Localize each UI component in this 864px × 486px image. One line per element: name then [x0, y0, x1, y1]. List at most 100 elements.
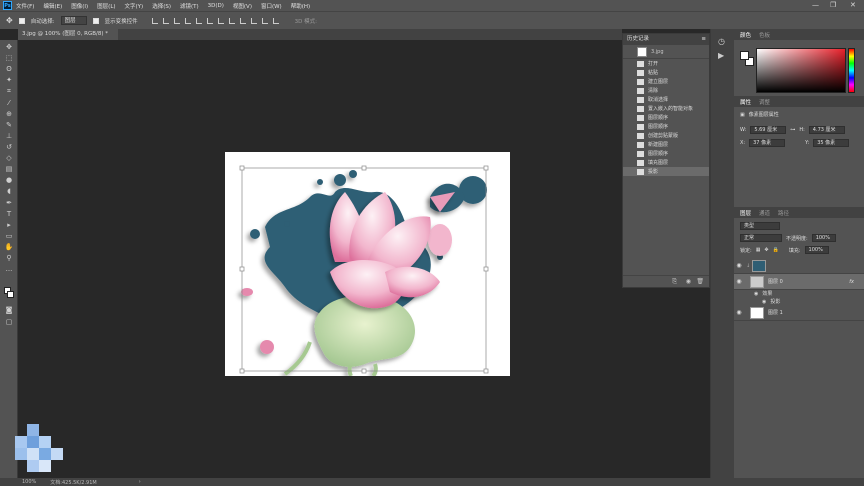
effects-row[interactable]: ◉ 效果 [754, 290, 772, 298]
tab-channels[interactable]: 通道 [759, 209, 770, 217]
dodge-tool-icon[interactable]: ◖ [4, 187, 14, 196]
history-item[interactable]: 新建图层 [623, 140, 709, 149]
restore-button[interactable]: ❐ [830, 1, 836, 9]
blend-mode-select[interactable]: 正常 [740, 234, 782, 242]
menu-layer[interactable]: 图层(L) [97, 2, 115, 10]
history-item[interactable]: 取消选择 [623, 95, 709, 104]
layer1-name[interactable]: 图层 1 [768, 309, 783, 316]
fg-bg-swatches[interactable] [740, 51, 754, 67]
document-tab[interactable]: 3.jpg @ 100% (图层 0, RGB/8) * × [18, 29, 118, 48]
history-item[interactable]: 置入嵌入的智能对象 [623, 104, 709, 113]
foreground-color-swatch[interactable] [740, 51, 749, 60]
menu-filter[interactable]: 滤镜(T) [180, 2, 199, 10]
history-panel-icon[interactable]: ◷ [718, 37, 725, 46]
stamp-tool-icon[interactable]: ⊥ [4, 132, 14, 141]
type-tool-icon[interactable]: T [4, 210, 14, 219]
menu-image[interactable]: 图像(I) [71, 2, 88, 10]
distribute-bottom-icon[interactable] [239, 17, 246, 24]
color-picker-field[interactable] [756, 48, 846, 93]
layer-row-layer1[interactable]: ◉ 图层 1 [734, 305, 864, 321]
healing-brush-tool-icon[interactable]: ⊕ [4, 110, 14, 119]
eyedropper-tool-icon[interactable]: ⁄ [4, 99, 14, 108]
magic-wand-tool-icon[interactable]: ✦ [4, 76, 14, 85]
fx-icon[interactable]: fx [849, 279, 854, 285]
distribute-hcenter-icon[interactable] [261, 17, 268, 24]
menu-type[interactable]: 文字(Y) [125, 2, 144, 10]
history-item[interactable]: 打开 [623, 59, 709, 68]
distribute-top-icon[interactable] [217, 17, 224, 24]
distribute-left-icon[interactable] [250, 17, 257, 24]
transform-controls-checkbox[interactable] [92, 17, 99, 24]
history-item[interactable]: 清除 [623, 86, 709, 95]
more-tools-icon[interactable]: ··· [4, 267, 14, 276]
opacity-field[interactable]: 100% [811, 234, 836, 242]
crop-tool-icon[interactable]: ⌗ [4, 87, 14, 96]
history-item[interactable]: 图层顺序 [623, 122, 709, 131]
layer-kind-filter[interactable]: 类型 [740, 222, 780, 230]
menu-3d[interactable]: 3D(D) [208, 3, 224, 9]
align-left-icon[interactable] [184, 17, 191, 24]
tab-properties[interactable]: 属性 [740, 98, 751, 106]
menu-edit[interactable]: 编辑(E) [43, 2, 62, 10]
layer-row-artwork[interactable]: ◉ ↓ [734, 258, 864, 274]
align-top-icon[interactable] [151, 17, 158, 24]
actions-panel-icon[interactable]: ▶ [718, 51, 724, 60]
link-icon[interactable]: ⊶ [790, 127, 795, 133]
distribute-vcenter-icon[interactable] [228, 17, 235, 24]
auto-select-dropdown[interactable]: 图层 [60, 16, 87, 25]
layer-row-layer0[interactable]: ◉ 图层 0 fx [734, 274, 864, 290]
visibility-eye-icon[interactable]: ◉ [762, 299, 766, 305]
eraser-tool-icon[interactable]: ◇ [4, 154, 14, 163]
panel-menu-icon[interactable]: ≡ [701, 34, 706, 45]
delete-state-icon[interactable]: 🗑 [696, 278, 704, 285]
menu-window[interactable]: 窗口(W) [261, 2, 282, 10]
drop-shadow-row[interactable]: ◉ 投影 [762, 298, 780, 306]
zoom-tool-icon[interactable]: ⚲ [4, 254, 14, 263]
lock-all-icon[interactable]: 🔒 [773, 247, 779, 253]
history-brush-tool-icon[interactable]: ↺ [4, 143, 14, 152]
move-tool-icon[interactable]: ✥ [4, 43, 14, 52]
color-swatches-icon[interactable] [4, 287, 14, 301]
history-item[interactable]: 建立图层 [623, 77, 709, 86]
fill-field[interactable]: 100% [804, 246, 829, 254]
height-field[interactable]: 4.73 厘米 [808, 126, 845, 134]
tab-swatches[interactable]: 色板 [759, 31, 770, 39]
x-field[interactable]: 37 像素 [749, 139, 786, 147]
gradient-tool-icon[interactable]: ▤ [4, 165, 14, 174]
align-right-icon[interactable] [206, 17, 213, 24]
document-canvas[interactable] [225, 152, 510, 376]
blur-tool-icon[interactable]: ● [4, 176, 14, 185]
hand-tool-icon[interactable]: ✋ [4, 243, 14, 252]
menu-file[interactable]: 文件(F) [16, 2, 34, 10]
history-item[interactable]: 创建剪贴蒙版 [623, 131, 709, 140]
width-field[interactable]: 5.69 厘米 [750, 126, 787, 134]
move-tool-icon[interactable]: ✥ [6, 16, 13, 25]
lasso-tool-icon[interactable]: ʘ [4, 65, 14, 74]
align-vcenter-icon[interactable] [162, 17, 169, 24]
tab-layers[interactable]: 图层 [740, 209, 751, 217]
history-item[interactable]: 粘贴 [623, 68, 709, 77]
pen-tool-icon[interactable]: ✒ [4, 199, 14, 208]
menu-view[interactable]: 视图(V) [233, 2, 252, 10]
hue-slider[interactable] [848, 48, 855, 93]
y-field[interactable]: 35 像素 [813, 139, 850, 147]
new-document-from-state-icon[interactable]: ⎘ [672, 278, 677, 286]
distribute-right-icon[interactable] [272, 17, 279, 24]
visibility-eye-icon[interactable]: ◉ [734, 262, 744, 269]
tab-color[interactable]: 颜色 [740, 31, 751, 39]
status-menu-arrow[interactable]: › [139, 479, 141, 485]
menu-help[interactable]: 帮助(H) [291, 2, 310, 10]
align-bottom-icon[interactable] [173, 17, 180, 24]
visibility-eye-icon[interactable]: ◉ [754, 291, 758, 297]
zoom-level[interactable]: 100% [22, 479, 36, 485]
lock-position-icon[interactable]: ✥ [764, 247, 768, 253]
lock-pixels-icon[interactable]: ▦ [756, 247, 761, 253]
history-item[interactable]: 投影 [623, 167, 709, 176]
history-item[interactable]: 填充图层 [623, 158, 709, 167]
close-window-button[interactable]: ✕ [850, 1, 856, 9]
tab-paths[interactable]: 路径 [778, 209, 789, 217]
brush-tool-icon[interactable]: ✎ [4, 121, 14, 130]
screen-mode-icon[interactable]: ▢ [4, 318, 14, 327]
layer0-name[interactable]: 图层 0 [768, 278, 783, 285]
menu-select[interactable]: 选择(S) [152, 2, 171, 10]
